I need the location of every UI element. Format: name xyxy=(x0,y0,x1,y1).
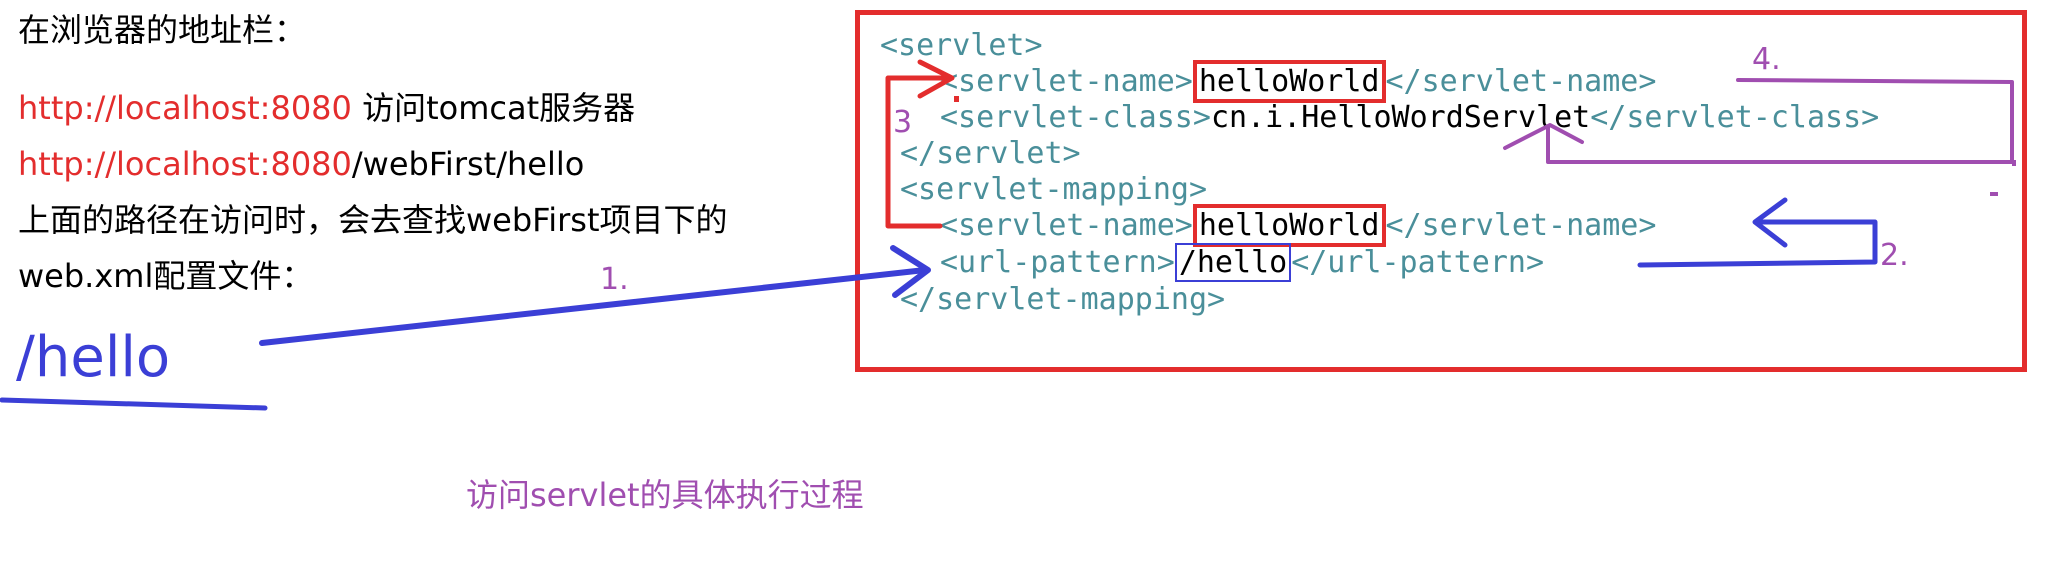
intro-line-4: web.xml配置文件： xyxy=(18,257,314,295)
code-servlet-class: <servlet-class>cn.i.HelloWordServlet</se… xyxy=(940,100,1880,135)
intro-heading: 在浏览器的地址栏： xyxy=(18,11,307,49)
code-url-pattern: <url-pattern>/hello </url-pattern> xyxy=(940,243,1545,282)
servlet-class-value: cn.i.HelloWordServlet xyxy=(1210,100,1591,135)
code-mapping-close: </servlet-mapping> xyxy=(900,282,1226,317)
code-servlet-name: <servlet-name> helloWorld </servlet-name> xyxy=(940,60,1656,103)
code-servlet-close: </servlet> xyxy=(900,136,1081,171)
intro-line-2: http://localhost:8080/webFirst/hello xyxy=(18,144,584,184)
url-localhost: http://localhost:8080 xyxy=(18,89,352,127)
step-1-label: 1. xyxy=(600,262,629,297)
request-path: /hello xyxy=(16,325,171,390)
diagram-caption: 访问servlet的具体执行过程 xyxy=(466,476,864,514)
step-1-arrow xyxy=(259,267,928,346)
intro-line-1: http://localhost:8080 访问tomcat服务器 xyxy=(18,88,635,128)
url-description: 访问tomcat服务器 xyxy=(351,89,636,127)
mapping-name-value: helloWorld xyxy=(1192,204,1386,247)
code-mapping-open: <servlet-mapping> xyxy=(900,172,1208,207)
step-2-label: 2. xyxy=(1880,238,1909,273)
path-underline xyxy=(0,397,268,411)
step-3-label: 3 xyxy=(893,105,913,140)
servlet-name-value: helloWorld xyxy=(1192,60,1386,103)
intro-line-3: 上面的路径在访问时，会去查找webFirst项目下的 xyxy=(18,201,728,239)
code-mapping-name: <servlet-name> helloWorld </servlet-name> xyxy=(940,204,1656,247)
code-servlet-open: <servlet> xyxy=(880,28,1043,63)
url-path: /webFirst/hello xyxy=(351,145,585,183)
url-pattern-value: /hello xyxy=(1174,243,1292,282)
url-localhost-2: http://localhost:8080 xyxy=(18,145,352,183)
step-4-label: 4. xyxy=(1752,42,1781,77)
